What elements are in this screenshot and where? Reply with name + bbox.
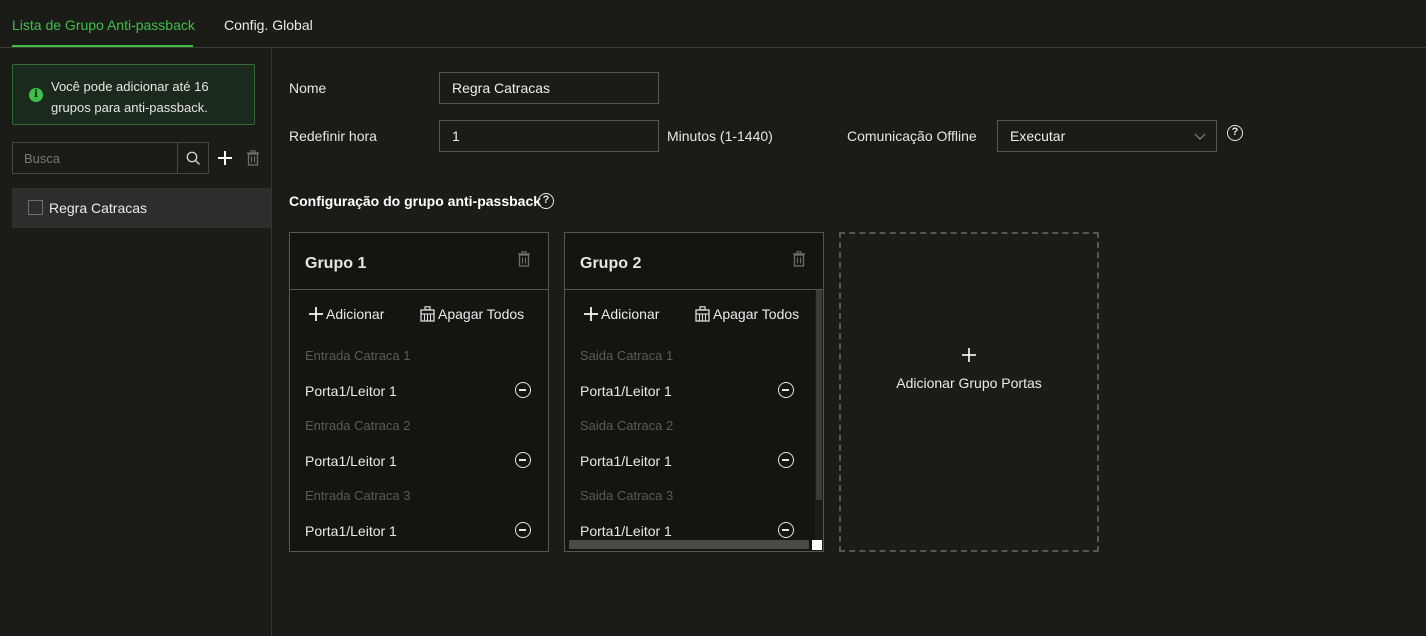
search-button[interactable] [177,143,208,173]
plus-icon [218,151,232,165]
group-actions: Adicionar Apagar Todos [580,306,820,326]
group-card: Grupo 1 Adicionar Apagar Todos Entrada C… [289,232,549,552]
remove-icon[interactable] [515,452,531,468]
info-icon: i [29,88,43,102]
entry-sublabel: Entrada Catraca 1 [305,348,411,363]
plus-icon [962,348,976,362]
offline-comm-label: Comunicação Offline [847,128,977,144]
clear-all-label: Apagar Todos [438,306,525,322]
name-label: Nome [289,80,327,96]
entry-sublabel: Saida Catraca 3 [580,488,674,503]
offline-comm-value: Executar [1010,128,1066,144]
add-rule-button[interactable] [215,148,235,168]
offline-comm-select[interactable]: Executar [997,120,1217,152]
scrollbar-corner [812,540,822,550]
clear-all-label: Apagar Todos [713,306,800,322]
add-door-group-label: Adicionar Grupo Portas [896,375,1042,391]
add-door-label: Adicionar [601,306,660,322]
vertical-scrollbar[interactable] [815,290,823,551]
clear-all-button[interactable]: Apagar Todos [420,306,524,322]
section-title: Configuração do grupo anti-passback [289,193,542,209]
remove-icon[interactable] [515,382,531,398]
search-icon [186,151,200,165]
add-door-button[interactable]: Adicionar [584,306,659,322]
add-door-group-button[interactable]: Adicionar Grupo Portas [839,232,1099,552]
plus-icon [309,307,323,321]
reset-time-unit: Minutos (1-1440) [667,128,773,144]
plus-icon [584,307,598,321]
vertical-scrollbar-thumb[interactable] [816,290,822,500]
entry-sublabel: Entrada Catraca 2 [305,418,411,433]
entry-sublabel: Entrada Catraca 3 [305,488,411,503]
active-tab-indicator [12,45,193,47]
help-icon[interactable]: ? [538,193,554,209]
delete-rule-button[interactable] [245,148,261,168]
reader-label: Porta1/Leitor 1 [580,453,672,469]
reset-time-label: Redefinir hora [289,128,377,144]
tab-anti-passback-list[interactable]: Lista de Grupo Anti-passback [12,17,195,33]
clear-all-button[interactable]: Apagar Todos [695,306,799,322]
name-field[interactable] [439,72,659,104]
horizontal-scrollbar[interactable] [569,540,809,549]
entry-sublabel: Saida Catraca 2 [580,418,674,433]
reader-label: Porta1/Leitor 1 [305,453,397,469]
clear-all-icon [695,306,710,322]
notice-banner: i Você pode adicionar até 16 grupos para… [12,64,255,125]
help-icon[interactable]: ? [1227,125,1243,141]
search-input[interactable] [13,143,178,173]
trash-icon[interactable] [517,251,531,267]
reader-label: Porta1/Leitor 1 [305,383,397,399]
trash-icon[interactable] [792,251,806,267]
remove-icon[interactable] [778,382,794,398]
tab-global-config[interactable]: Config. Global [224,17,313,33]
reader-label: Porta1/Leitor 1 [580,523,672,539]
notice-text: Você pode adicionar até 16 grupos para a… [51,79,209,115]
group-header: Grupo 1 [290,233,548,290]
rule-label: Regra Catracas [49,200,148,216]
group-card: Grupo 2 Adicionar Apagar Todos Saida Cat… [564,232,824,552]
trash-icon [247,150,259,166]
reset-time-field[interactable] [439,120,659,152]
tab-bar: Lista de Grupo Anti-passback Config. Glo… [0,0,1426,48]
group-actions: Adicionar Apagar Todos [305,306,545,326]
left-panel: i Você pode adicionar até 16 grupos para… [0,48,272,636]
group-header: Grupo 2 [565,233,823,290]
list-item[interactable]: Regra Catracas [12,188,271,228]
remove-icon[interactable] [778,452,794,468]
group-title: Grupo 1 [305,255,367,272]
remove-icon[interactable] [778,522,794,538]
search-box [12,142,209,174]
rule-checkbox[interactable] [28,200,43,215]
chevron-down-icon [1194,133,1206,140]
reader-label: Porta1/Leitor 1 [305,523,397,539]
clear-all-icon [420,306,435,322]
remove-icon[interactable] [515,522,531,538]
entry-sublabel: Saida Catraca 1 [580,348,674,363]
group-title: Grupo 2 [580,255,642,272]
reader-label: Porta1/Leitor 1 [580,383,672,399]
add-door-button[interactable]: Adicionar [309,306,384,322]
add-door-label: Adicionar [326,306,385,322]
